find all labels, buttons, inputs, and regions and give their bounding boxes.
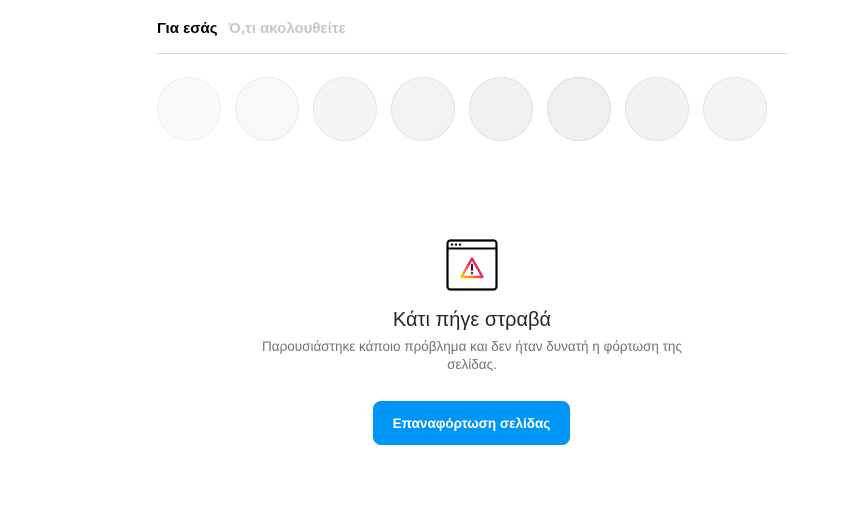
story-placeholder (157, 77, 221, 141)
story-placeholder (469, 77, 533, 141)
reload-page-button[interactable]: Επαναφόρτωση σελίδας (373, 401, 570, 445)
tabs-divider (156, 53, 788, 54)
tab-for-you[interactable]: Για εσάς (157, 20, 218, 37)
browser-window-warning-icon (446, 239, 498, 291)
error-title: Κάτι πήγε στραβά (392, 309, 552, 331)
story-placeholder (313, 77, 377, 141)
story-placeholder (625, 77, 689, 141)
error-description: Παρουσιάστηκε κάποιο πρόβλημα και δεν ήτ… (262, 339, 682, 372)
feed-tabs: Για εσάς Ό,τι ακολουθείτε (157, 20, 346, 37)
stories-placeholder-row (157, 77, 767, 141)
story-placeholder (391, 77, 455, 141)
story-placeholder (235, 77, 299, 141)
tab-following[interactable]: Ό,τι ακολουθείτε (229, 20, 346, 37)
story-placeholder (547, 77, 611, 141)
story-placeholder (703, 77, 767, 141)
feed-page: Για εσάς Ό,τι ακολουθείτε Κάτι πήγε στρα… (0, 0, 858, 523)
